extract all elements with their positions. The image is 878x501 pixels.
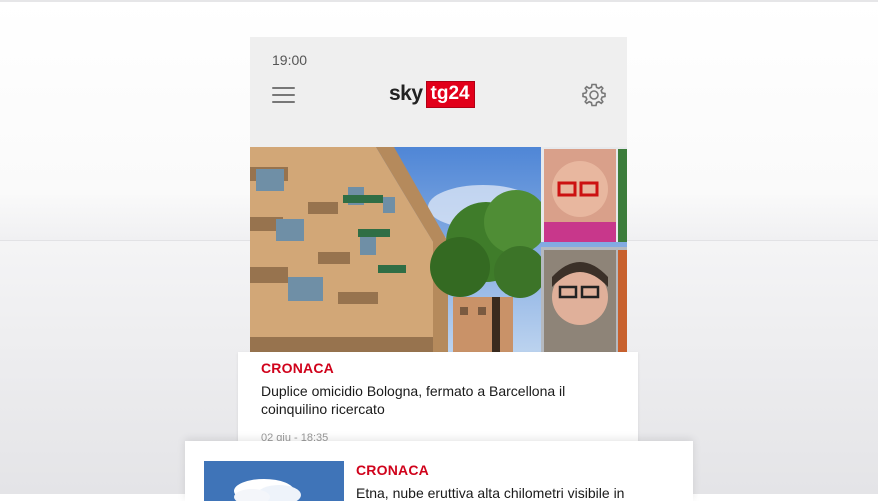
article-card-2[interactable]: CRONACA Etna, nube eruttiva alta chilome… xyxy=(185,441,693,501)
article-headline[interactable]: Etna, nube eruttiva alta chilometri visi… xyxy=(356,485,686,501)
article-thumbnail[interactable] xyxy=(204,461,344,501)
hero-image[interactable] xyxy=(250,147,627,353)
logo-sky-text: sky xyxy=(389,82,423,105)
app-header: sky tg24 xyxy=(250,75,627,145)
logo-tg24-text: tg24 xyxy=(425,80,475,108)
status-time: 19:00 xyxy=(272,52,308,68)
top-divider xyxy=(0,0,878,2)
article-headline[interactable]: Duplice omicidio Bologna, fermato a Barc… xyxy=(261,382,611,418)
article-category: CRONACA xyxy=(261,360,334,376)
hamburger-menu-icon[interactable] xyxy=(272,87,295,105)
skytg24-logo[interactable]: sky tg24 xyxy=(389,80,475,108)
gear-icon[interactable] xyxy=(581,82,607,108)
article-category: CRONACA xyxy=(356,462,429,478)
